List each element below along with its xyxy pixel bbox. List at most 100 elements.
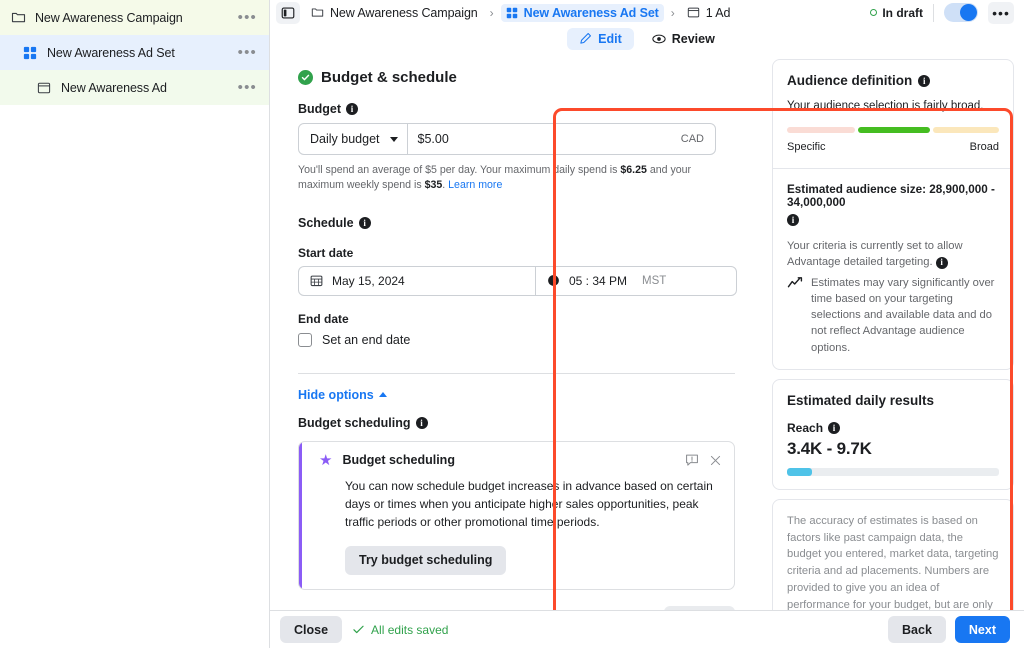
chevron-up-icon <box>378 392 387 398</box>
helper-weekly-max: $35 <box>424 179 443 192</box>
audience-definition-card: Audience definition i Your audience sele… <box>772 59 1014 370</box>
tab-label: Review <box>671 31 715 46</box>
next-button[interactable]: Next <box>954 616 1010 643</box>
close-button[interactable]: Close <box>280 616 343 643</box>
reach-progress-track <box>787 467 999 476</box>
folder-icon <box>311 8 324 18</box>
promo-header: ★ Budget scheduling <box>319 453 722 468</box>
activate-toggle[interactable] <box>944 3 978 23</box>
sidebar-item-campaign[interactable]: New Awareness Campaign ••• <box>0 0 269 35</box>
window-icon <box>687 8 699 18</box>
start-time-input[interactable]: 05 : 34 PM MST <box>536 267 736 295</box>
try-budget-scheduling-button[interactable]: Try budget scheduling <box>345 545 507 575</box>
meter-label-specific: Specific <box>787 141 826 154</box>
hide-options-button[interactable]: Hide options <box>298 388 387 402</box>
status-label: In draft <box>882 5 923 20</box>
audience-title-label: Audience definition <box>787 73 913 89</box>
content-area: New Awareness Campaign › New Awareness A… <box>270 0 1024 648</box>
helper-prefix: You'll spend an average of $5 per day. Y… <box>298 164 621 177</box>
sidebar-ad-menu-button[interactable]: ••• <box>234 80 261 95</box>
sidebar-item-label: New Awareness Ad <box>61 80 167 95</box>
audience-definition-title: Audience definition i <box>787 73 999 88</box>
audience-subtitle: Your audience selection is fairly broad. <box>787 100 984 113</box>
info-icon[interactable]: i <box>415 416 428 429</box>
sidebar-adset-menu-button[interactable]: ••• <box>234 45 261 60</box>
more-options-button[interactable]: ••• <box>988 1 1014 24</box>
schedule-label-text: Schedule <box>298 215 354 230</box>
budget-scheduling-label-text: Budget scheduling <box>298 415 411 430</box>
daily-results-title: Estimated daily results <box>787 392 935 408</box>
view-dropdown-button[interactable]: View <box>663 605 735 610</box>
start-date-input[interactable]: May 15, 2024 <box>299 266 536 295</box>
learn-more-link[interactable]: Learn more <box>448 179 502 191</box>
promo-content: ★ Budget scheduling You can now schedule… <box>302 442 734 589</box>
end-date-checkbox-row[interactable]: Set an end date <box>298 332 716 347</box>
schedule-label: Schedule i <box>298 216 716 230</box>
estimated-audience-size: Estimated audience size: 28,900,000 - 34… <box>787 183 999 227</box>
tab-review[interactable]: Review <box>640 28 727 50</box>
set-end-date-label: Set an end date <box>322 332 411 347</box>
info-icon[interactable]: i <box>358 216 371 229</box>
estimates-disclaimer-text: Estimates may vary significantly over ti… <box>811 276 995 354</box>
estimates-disclaimer-row: Estimates may vary significantly over ti… <box>787 275 999 356</box>
breadcrumb-campaign[interactable]: New Awareness Campaign <box>306 4 483 22</box>
budget-scheduling-label: Budget scheduling i <box>298 416 716 430</box>
back-button[interactable]: Back <box>888 616 946 643</box>
info-icon[interactable]: i <box>787 214 799 227</box>
sidebar-item-label: New Awareness Ad Set <box>47 45 175 60</box>
window-icon <box>36 80 52 96</box>
budget-label-text: Budget <box>298 102 342 117</box>
accuracy-note-card: The accuracy of estimates is based on fa… <box>772 498 1014 610</box>
increase-budget-row: Increase your budget during specific tim… <box>298 605 735 610</box>
budget-scheduling-promo-card: ★ Budget scheduling You can now schedule… <box>298 440 735 590</box>
close-icon[interactable] <box>709 454 722 467</box>
sidebar-item-ad[interactable]: New Awareness Ad ••• <box>0 70 269 105</box>
tab-edit[interactable]: Edit <box>567 27 634 50</box>
reach-progress-fill <box>787 467 813 476</box>
budget-amount-input[interactable]: $5.00 <box>408 124 681 154</box>
reach-label-text: Reach <box>787 420 824 435</box>
accuracy-note-text: The accuracy of estimates is based on fa… <box>787 514 999 610</box>
meter-segment-active <box>857 127 930 134</box>
check-circle-icon <box>298 70 313 86</box>
info-icon[interactable]: i <box>346 103 359 116</box>
estimates-sidebar: Audience definition i Your audience sele… <box>760 51 1024 610</box>
audience-criteria-note: Your criteria is currently set to allow … <box>787 238 999 270</box>
sidebar-campaign-menu-button[interactable]: ••• <box>234 10 261 25</box>
budget-schedule-column: Budget & schedule Budget i Daily budget … <box>280 51 760 610</box>
footer-actions: Back Next <box>888 616 1010 643</box>
budget-type-select[interactable]: Daily budget <box>299 124 408 155</box>
reach-label: Reach i <box>787 421 999 435</box>
footer-bar: Close All edits saved Back Next <box>270 610 1024 648</box>
tab-label: Edit <box>598 31 622 46</box>
panel-collapse-icon[interactable] <box>276 1 300 24</box>
info-icon[interactable]: i <box>828 421 841 434</box>
breadcrumb-label: New Awareness Ad Set <box>523 5 659 20</box>
sidebar-item-label: New Awareness Campaign <box>35 10 183 25</box>
estimated-daily-results-card: Estimated daily results Reach i 3.4K - 9… <box>772 378 1014 490</box>
audience-meter-labels: Specific Broad <box>787 141 999 153</box>
folder-icon <box>10 10 26 26</box>
start-date-row: May 15, 2024 05 : 34 PM MST <box>298 265 737 296</box>
info-icon[interactable]: i <box>935 256 948 269</box>
start-date-label: Start date <box>298 245 354 260</box>
sidebar-item-adset[interactable]: New Awareness Ad Set ••• <box>0 35 269 70</box>
timezone-label: MST <box>642 274 667 287</box>
star-icon: ★ <box>319 451 333 469</box>
breadcrumb-adset[interactable]: New Awareness Ad Set <box>500 3 664 22</box>
helper-daily-max: $6.25 <box>620 164 647 177</box>
reach-value: 3.4K - 9.7K <box>787 438 872 458</box>
chart-line-icon <box>787 275 804 356</box>
divider <box>933 3 934 22</box>
audience-size-label: Estimated audience size: 28,900,000 - 34… <box>787 183 995 210</box>
end-date-label: End date <box>298 311 349 326</box>
set-end-date-checkbox[interactable] <box>298 332 312 347</box>
feedback-bubble-icon[interactable] <box>685 453 699 467</box>
info-icon[interactable]: i <box>918 74 931 87</box>
breadcrumb-ads[interactable]: 1 Ad <box>682 4 736 22</box>
calendar-icon <box>310 275 323 287</box>
budget-input-row: Daily budget $5.00 CAD <box>298 123 716 156</box>
audience-meter <box>787 127 999 134</box>
section-title-label: Budget & schedule <box>321 69 457 87</box>
topbar-right-group: In draft ••• <box>870 1 1014 24</box>
